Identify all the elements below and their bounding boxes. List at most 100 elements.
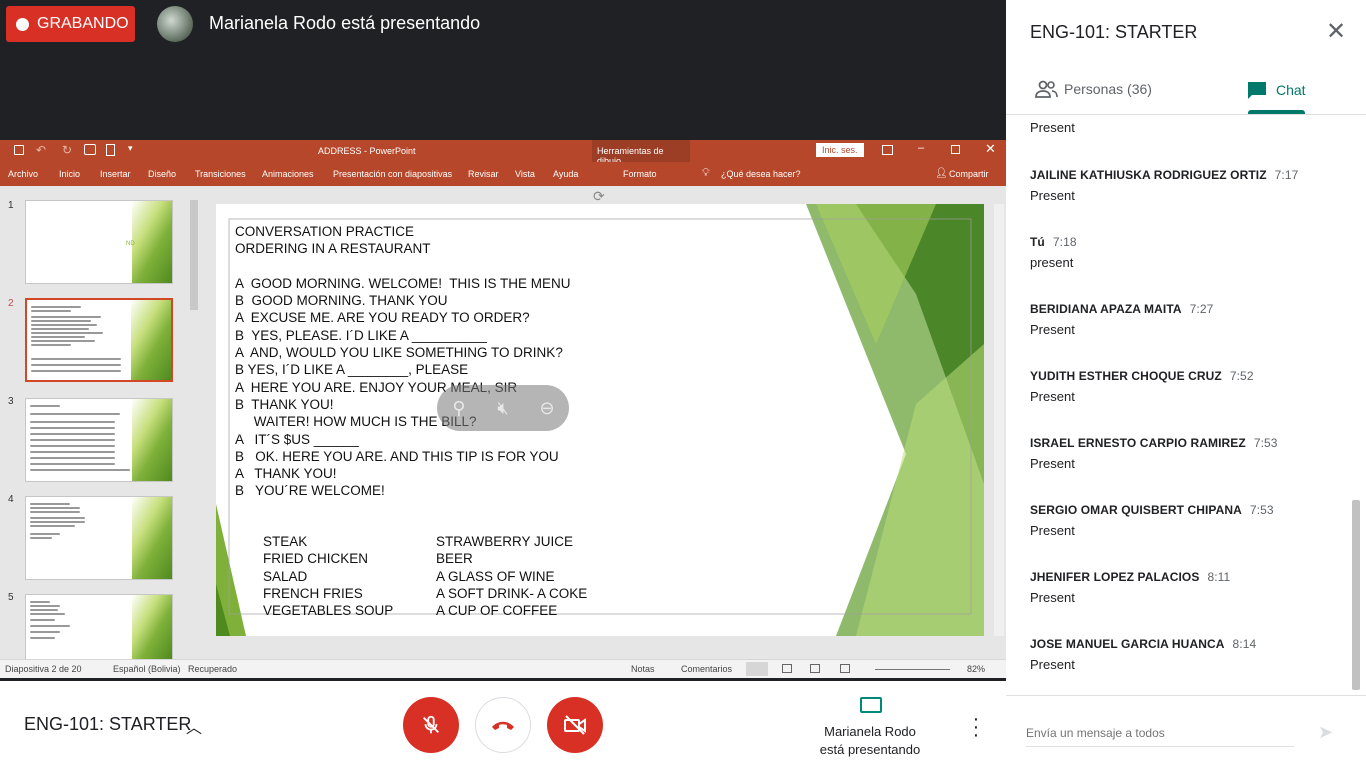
slide-thumb-3[interactable] — [25, 398, 173, 482]
message-time: 7:18 — [1052, 235, 1077, 249]
remove-icon[interactable]: ⊖ — [536, 397, 558, 419]
leave-call-button[interactable] — [475, 697, 531, 753]
thumb-line — [30, 463, 115, 465]
undo-icon[interactable]: ↶ — [36, 143, 46, 157]
tab-revisar[interactable]: Revisar — [468, 169, 499, 179]
presenter-status: Marianela Rodo está presentando — [209, 13, 481, 33]
share-button[interactable]: Compartir — [949, 169, 989, 179]
tab-formato[interactable]: Formato — [623, 169, 657, 179]
tab-animaciones[interactable]: Animaciones — [262, 169, 314, 179]
redo-icon[interactable]: ↻ — [62, 143, 72, 157]
mic-off-button[interactable] — [403, 697, 459, 753]
chat-scrollbar[interactable] — [1352, 500, 1360, 690]
slide-indicator: Diapositiva 2 de 20 — [5, 664, 82, 674]
presenter-info[interactable]: Marianela Rodo está presentando — [800, 723, 940, 759]
more-options-icon[interactable]: · · · — [966, 709, 986, 745]
people-icon — [1035, 80, 1058, 98]
chat-message: SERGIO OMAR QUISBERT CHIPANA 7:53 Present — [1030, 503, 1274, 538]
pin-icon[interactable]: ⚲ — [448, 397, 470, 419]
send-icon[interactable]: ➤ — [1318, 722, 1333, 743]
tab-insertar[interactable]: Insertar — [100, 169, 131, 179]
restore-icon[interactable] — [951, 145, 960, 154]
menu-drinks-list: STRAWBERRY JUICE BEER A GLASS OF WINE A … — [436, 534, 588, 619]
thumb-line — [31, 320, 91, 322]
close-icon[interactable]: ✕ — [985, 141, 996, 157]
new-file-icon[interactable] — [106, 144, 115, 156]
thumb-line — [30, 413, 120, 415]
zoom-slider[interactable] — [875, 669, 950, 670]
notes-button[interactable]: Notas — [631, 664, 655, 674]
tab-diseno[interactable]: Diseño — [148, 169, 176, 179]
slideshow-view-icon[interactable] — [840, 664, 850, 673]
tab-transiciones[interactable]: Transiciones — [195, 169, 246, 179]
chat-messages[interactable]: Present JAILINE KATHIUSKA RODRIGUEZ ORTI… — [1006, 115, 1366, 695]
sender-name: YUDITH ESTHER CHOQUE CRUZ — [1030, 369, 1222, 383]
thumbnail-scrollbar[interactable] — [190, 200, 198, 310]
thumb-line — [30, 469, 130, 471]
sorter-view-icon[interactable] — [782, 664, 792, 673]
message-sender: YUDITH ESTHER CHOQUE CRUZ 7:52 — [1030, 369, 1254, 383]
thumb-line — [30, 619, 55, 621]
meeting-name[interactable]: ENG-101: STARTER — [24, 714, 191, 735]
message-text: Present — [1030, 120, 1075, 135]
vertical-scrollbar[interactable] — [994, 204, 1004, 636]
tab-presentacion[interactable]: Presentación con diapositivas — [333, 169, 452, 179]
chevron-up-icon[interactable]: ︿ — [186, 714, 202, 738]
sender-name: BERIDIANA APAZA MAITA — [1030, 302, 1182, 316]
thumb-line — [30, 439, 115, 441]
thumb-line — [31, 332, 103, 334]
thumb-line — [31, 340, 95, 342]
slide-thumb-2[interactable] — [25, 298, 173, 382]
thumb-line — [30, 517, 85, 519]
camera-off-button[interactable] — [547, 697, 603, 753]
thumb-line — [30, 525, 75, 527]
thumb-line — [30, 637, 55, 639]
tab-people[interactable]: Personas (36) — [1034, 80, 1152, 98]
slide-thumb-4[interactable] — [25, 496, 173, 580]
present-icon[interactable] — [84, 144, 96, 155]
minimize-icon[interactable]: – — [918, 142, 924, 154]
mic-off-icon — [423, 715, 439, 734]
normal-view-icon[interactable] — [746, 662, 768, 676]
message-text: Present — [1030, 322, 1075, 337]
record-dot-icon — [16, 17, 29, 31]
save-icon[interactable] — [14, 145, 24, 155]
comments-button[interactable]: Comentarios — [681, 664, 732, 674]
thumb-line — [31, 370, 121, 372]
reading-view-icon[interactable] — [810, 664, 820, 673]
presentation-stage: GRABANDO Marianela Rodo está presentando… — [0, 0, 1006, 678]
thumb-decoration — [132, 497, 172, 579]
signin-button[interactable]: Inic. ses. — [816, 143, 864, 157]
zoom-level[interactable]: 82% — [967, 664, 985, 674]
slide-thumb-1[interactable]: ND — [25, 200, 173, 284]
tab-inicio[interactable]: Inicio — [59, 169, 80, 179]
thumb-line — [30, 507, 80, 509]
tab-ayuda[interactable]: Ayuda — [553, 169, 578, 179]
slide-number: 3 — [8, 396, 14, 407]
tab-archivo[interactable]: Archivo — [8, 169, 38, 179]
thumb-line — [30, 605, 60, 607]
slide-thumb-5[interactable] — [25, 594, 173, 660]
close-icon[interactable]: ✕ — [1326, 20, 1346, 44]
sender-name: ISRAEL ERNESTO CARPIO RAMIREZ — [1030, 436, 1246, 450]
slide-canvas[interactable]: CONVERSATION PRACTICE ORDERING IN A REST… — [216, 204, 984, 636]
message-sender: JHENIFER LOPEZ PALACIOS 8:11 — [1030, 570, 1230, 584]
message-time: 7:27 — [1189, 302, 1214, 316]
customize-icon[interactable]: ▾ — [128, 143, 133, 154]
present-screen-icon[interactable] — [860, 697, 882, 713]
thumb-line — [30, 601, 50, 603]
chat-message-input[interactable] — [1026, 726, 1294, 747]
thumb-decoration — [132, 399, 172, 481]
tell-me-search[interactable]: ¿Qué desea hacer? — [721, 169, 801, 179]
message-time: 8:11 — [1207, 570, 1231, 584]
mute-speaker-icon[interactable]: 🔇︎ — [492, 397, 514, 419]
tab-chat[interactable]: Chat — [1246, 80, 1306, 100]
slide-number: 2 — [8, 298, 14, 309]
tab-vista[interactable]: Vista — [515, 169, 535, 179]
sender-name: Tú — [1030, 235, 1045, 249]
message-text: Present — [1030, 188, 1075, 203]
ribbon-display-icon[interactable] — [882, 145, 893, 155]
thumb-decoration — [132, 595, 172, 659]
rotate-handle-icon[interactable]: ⟳ — [593, 188, 605, 205]
language-indicator[interactable]: Español (Bolivia) — [113, 664, 181, 674]
